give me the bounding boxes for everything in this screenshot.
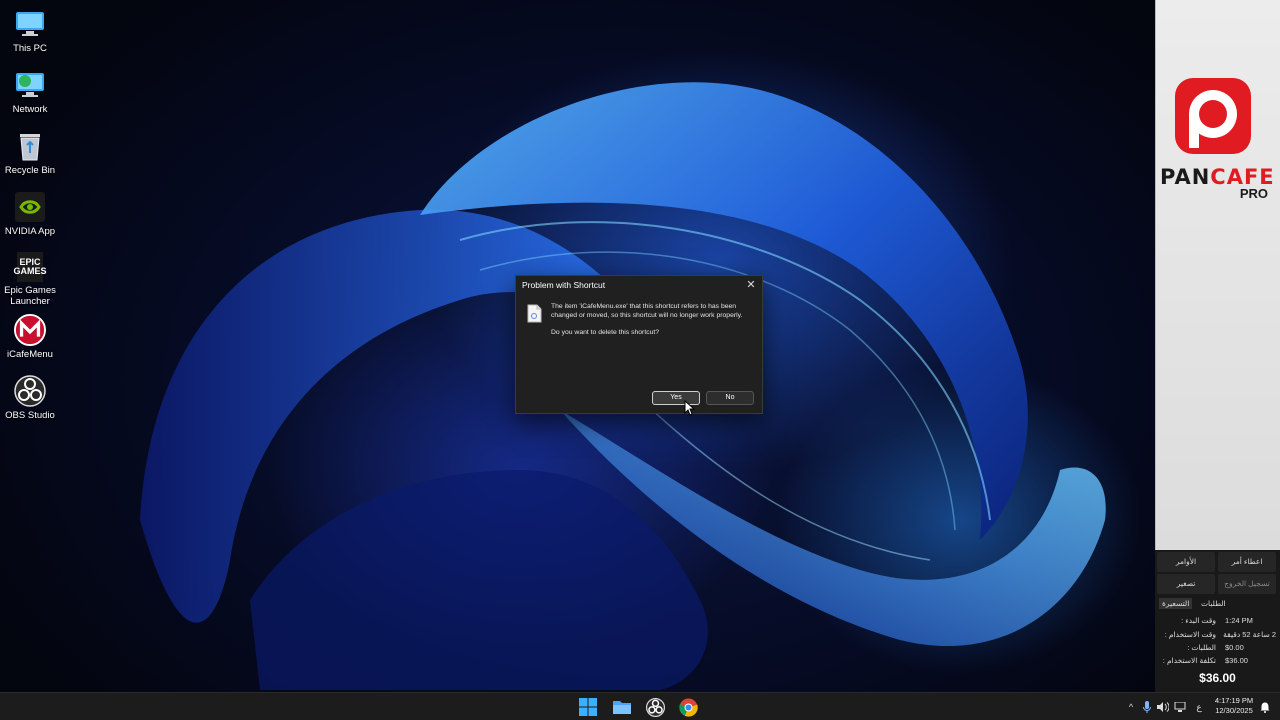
info-value: $0.00 (1225, 643, 1244, 652)
desktop-icon-obs-studio[interactable]: OBS Studio (0, 371, 60, 432)
recycle-bin-icon (14, 130, 46, 162)
desktop-icon-label: iCafeMenu (7, 349, 53, 360)
desktop-icon-label: Recycle Bin (4, 165, 56, 176)
desktop-icon-this-pc[interactable]: This PC (0, 4, 60, 65)
network-status-icon[interactable] (1173, 693, 1187, 720)
brand-pan: PAN (1160, 165, 1211, 189)
dialog-question: Do you want to delete this shortcut? (551, 329, 660, 336)
icafemenu-icon (14, 314, 46, 346)
problem-with-shortcut-dialog: Problem with Shortcut ✕ The item 'iCafeM… (515, 275, 763, 414)
tab-pricing[interactable]: التسعيرة (1159, 598, 1193, 609)
info-label: وقت البدء : (1181, 616, 1216, 625)
dialog-message: The item 'iCafeMenu.exe' that this short… (551, 303, 743, 319)
dialog-titlebar[interactable]: Problem with Shortcut ✕ (516, 276, 762, 295)
notification-bell-icon[interactable] (1258, 693, 1272, 720)
desktop-icon-label: Network (12, 104, 48, 115)
desktop-icon-recycle-bin[interactable]: Recycle Bin (0, 126, 60, 187)
tray-chevron-icon[interactable]: ^ (1124, 693, 1138, 720)
info-row-requests: الطلبات : $0.00 (1155, 643, 1276, 656)
clock-date: 12/30/2025 (1215, 706, 1253, 715)
file-explorer-icon[interactable] (612, 697, 632, 717)
desktop-icon-nvidia-app[interactable]: NVIDIA App (0, 187, 60, 248)
info-value: 1:24 PM (1225, 616, 1253, 625)
desktop-icon-icafemenu[interactable]: iCafeMenu (0, 310, 60, 371)
logout-button[interactable]: تسجيل الخروج (1218, 574, 1276, 594)
obs-icon (14, 375, 46, 407)
desktop-icon-network[interactable]: Network (0, 65, 60, 126)
desktop-icon-column: This PC Network Recycle Bin NVIDIA App E… (0, 4, 62, 432)
taskbar: ^ ع 4:17:19 PM 12/30/2025 (0, 692, 1280, 720)
info-value: $36.00 (1225, 656, 1248, 665)
pancafe-logo-icon (1173, 76, 1253, 156)
dialog-title: Problem with Shortcut (522, 280, 606, 290)
windows-start-icon[interactable] (578, 697, 598, 717)
epic-games-icon: EPIC GAMES (14, 252, 47, 282)
input-language-indicator[interactable]: ع (1192, 693, 1206, 720)
no-button[interactable]: No (706, 391, 754, 405)
clock-time: 4:17:19 PM (1214, 696, 1254, 705)
tab-requests[interactable]: الطلبات (1201, 598, 1226, 609)
epic-games-logo-text: EPIC GAMES (13, 257, 47, 276)
commands-button[interactable]: الأوامر (1157, 552, 1215, 572)
taskbar-clock[interactable]: 4:17:19 PM 12/30/2025 (1210, 696, 1258, 716)
desktop-icon-label: OBS Studio (5, 410, 55, 421)
nvidia-icon (14, 191, 46, 223)
info-label: الطلبات : (1187, 643, 1216, 652)
speaker-icon[interactable] (1156, 693, 1170, 720)
info-row-usage-time: وقت الاستخدام : 2 ساعة 52 دقيقة (1155, 630, 1276, 643)
info-row-usage-cost: تكلفة الاستخدام : $36.00 (1155, 656, 1276, 669)
info-label: وقت الاستخدام : (1164, 630, 1216, 639)
chrome-icon[interactable] (678, 697, 698, 717)
info-label: تكلفة الاستخدام : (1162, 656, 1216, 665)
minimize-button[interactable]: تصغير (1157, 574, 1215, 594)
info-row-start-time: وقت البدء : 1:24 PM (1155, 616, 1276, 629)
session-control-panel: الأوامر اعطاء أمر تصغير تسجيل الخروج الت… (1155, 550, 1280, 692)
desktop-icon-label: This PC (13, 43, 47, 54)
obs-taskbar-icon[interactable] (645, 697, 665, 717)
give-order-button[interactable]: اعطاء أمر (1218, 552, 1276, 572)
microphone-icon[interactable] (1140, 693, 1154, 720)
mouse-cursor-icon (684, 399, 696, 416)
desktop-icon-label: Epic Games Launcher (4, 285, 56, 307)
file-icon (527, 304, 542, 323)
info-value: 2 ساعة 52 دقيقة (1223, 630, 1276, 639)
desktop-icon-epic-games[interactable]: EPIC GAMES Epic Games Launcher (0, 248, 60, 310)
desktop-icon-label: NVIDIA App (4, 226, 56, 237)
close-icon[interactable]: ✕ (744, 278, 758, 292)
this-pc-icon (14, 8, 46, 40)
pancafe-brand: PANCAFE PRO (1160, 165, 1274, 201)
network-icon (14, 69, 46, 101)
total-cost: $36.00 (1199, 671, 1236, 685)
